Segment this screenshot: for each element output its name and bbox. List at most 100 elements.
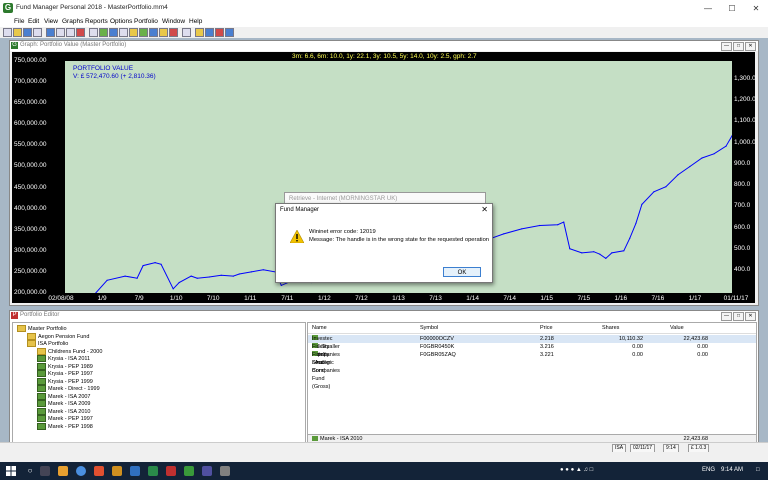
minimize-icon[interactable]: — (696, 0, 720, 17)
ok-button[interactable]: OK (443, 267, 481, 277)
portfolio-tree[interactable]: Master Portfolio Aegon Pension Fund ISA Po… (12, 322, 306, 443)
dialog-close-icon[interactable]: ✕ (481, 205, 488, 214)
word-icon[interactable] (130, 466, 140, 476)
data-point (701, 157, 703, 159)
close-icon[interactable]: ✕ (744, 0, 768, 17)
report-icon[interactable] (149, 28, 158, 37)
tree-item[interactable]: Master Portfolio (17, 325, 67, 332)
graph-restore-icon[interactable]: □ (733, 42, 744, 51)
notifications-icon[interactable]: □ (756, 467, 760, 473)
folder-icon (27, 340, 36, 347)
cut-icon[interactable] (46, 28, 55, 37)
editor-restore-icon[interactable]: □ (733, 312, 744, 321)
task-view-icon[interactable] (40, 466, 50, 476)
holdings-list[interactable]: Name Symbol Price Shares Value Investec … (307, 322, 757, 435)
account-icon (37, 400, 46, 407)
tree-item[interactable]: Marek - PEP 1997 (37, 415, 93, 422)
tree-item[interactable]: Marek - PEP 1998 (37, 422, 93, 430)
editor-titlebar[interactable]: P Portfolio Editor — □ ✕ (10, 311, 758, 321)
data-point (653, 191, 655, 193)
maximize-icon[interactable]: ☐ (720, 0, 744, 17)
tree-item[interactable]: Krysia - PEP 1997 (37, 370, 93, 377)
editor-close-icon[interactable]: ✕ (745, 312, 756, 321)
index-icon[interactable] (159, 28, 168, 37)
table-row[interactable]: Investec UK Smaller Companies I Acc F0000… (308, 335, 756, 366)
search-icon[interactable]: ○ (22, 462, 38, 480)
tree-item[interactable]: Krysia - PEP 1999 (37, 377, 93, 385)
tray-icons[interactable]: ● ● ● ▲ ♫ □ (560, 467, 593, 473)
list-icon[interactable] (182, 28, 191, 37)
generic-task-icon[interactable] (220, 466, 230, 476)
data-point (593, 251, 595, 253)
menu-portfolio[interactable]: Portfolio (134, 18, 158, 25)
fund-name: Fidelity Strategic Bond Fund (Gross) (312, 352, 334, 390)
tree-item[interactable]: ISA Portfolio (27, 340, 68, 347)
table-row[interactable]: Fidelity Strategic Bond Fund (Gross) F0GB… (308, 351, 756, 390)
graph-close-icon[interactable]: ✕ (745, 42, 756, 51)
excel-icon[interactable] (148, 466, 158, 476)
tools-icon[interactable] (99, 28, 108, 37)
cell-price: 3.216 (540, 344, 554, 350)
menu-reports[interactable]: Reports (85, 18, 108, 25)
col-symbol[interactable]: Symbol (420, 325, 438, 331)
new-icon[interactable] (3, 28, 12, 37)
menu-file[interactable]: File (14, 18, 24, 25)
acrobat-icon[interactable] (166, 466, 176, 476)
file-explorer-icon[interactable] (58, 466, 68, 476)
tree-item[interactable]: Krysia - ISA 2011 (37, 355, 90, 362)
menu-window[interactable]: Window (162, 18, 185, 25)
x-tick-label: 1/13 (392, 295, 405, 302)
tree-item[interactable]: Marek - ISA 2009 (37, 400, 91, 407)
col-price[interactable]: Price (540, 325, 553, 331)
app-task-icon[interactable] (202, 466, 212, 476)
menu-graphs[interactable]: Graphs (62, 18, 83, 25)
col-value[interactable]: Value (670, 325, 684, 331)
menu-help[interactable]: Help (189, 18, 202, 25)
download-icon[interactable] (205, 28, 214, 37)
chart-icon[interactable] (109, 28, 118, 37)
chrome-icon[interactable] (76, 466, 86, 476)
tree-item[interactable]: Marek - ISA 2010 (37, 407, 91, 415)
menu-edit[interactable]: Edit (28, 18, 39, 25)
language-indicator[interactable]: ENG (702, 467, 715, 473)
copy-icon[interactable] (56, 28, 65, 37)
tree-item[interactable]: Krysia - PEP 1989 (37, 362, 93, 370)
col-name[interactable]: Name (312, 325, 327, 331)
office-icon[interactable] (94, 466, 104, 476)
table-row[interactable]: Fidelity Japan Smaller Companies F0GBR045… (308, 343, 756, 374)
x-tick-label: 01/11/17 (723, 295, 749, 302)
tree-item[interactable]: Childrens Fund - 2000 (37, 347, 102, 355)
graph-minimize-icon[interactable]: — (721, 42, 732, 51)
error-dialog[interactable]: Fund Manager ✕ Wininet error code: 12019… (275, 203, 493, 283)
clock[interactable]: 9:14 AM (721, 467, 743, 473)
tree-item[interactable]: Marek - Direct - 1999 (37, 385, 100, 392)
calculator-icon[interactable] (119, 28, 128, 37)
tree-item-label: Marek - ISA 2007 (48, 393, 91, 400)
fund-manager-task-icon[interactable] (184, 466, 194, 476)
stop-icon[interactable] (215, 28, 224, 37)
folder-app-icon[interactable] (112, 466, 122, 476)
open-icon[interactable] (13, 28, 22, 37)
menu-view[interactable]: View (44, 18, 58, 25)
print-icon[interactable] (33, 28, 42, 37)
col-shares[interactable]: Shares (602, 325, 619, 331)
help-icon[interactable] (225, 28, 234, 37)
tree-item[interactable]: Aegon Pension Fund (27, 332, 89, 340)
cell-symbol: F0GBR05ZAQ (420, 352, 456, 358)
graph-window-titlebar[interactable]: G Graph: Portfolio Value (Master Portfol… (10, 41, 758, 51)
alert-icon[interactable] (169, 28, 178, 37)
grid-icon[interactable] (89, 28, 98, 37)
windows-start-icon[interactable] (0, 462, 22, 480)
x-tick-label: 02/08/08 (48, 295, 74, 302)
menu-options[interactable]: Options (110, 18, 132, 25)
delete-icon[interactable] (76, 28, 85, 37)
portfolio-editor-window[interactable]: P Portfolio Editor — □ ✕ Master Portfolio A… (9, 310, 759, 444)
editor-minimize-icon[interactable]: — (721, 312, 732, 321)
refresh-icon[interactable] (195, 28, 204, 37)
money-icon[interactable] (129, 28, 138, 37)
portfolio-icon[interactable] (139, 28, 148, 37)
y2-tick-label: 600.0 (734, 223, 751, 231)
paste-icon[interactable] (66, 28, 75, 37)
save-icon[interactable] (23, 28, 32, 37)
tree-item[interactable]: Marek - ISA 2007 (37, 392, 91, 400)
